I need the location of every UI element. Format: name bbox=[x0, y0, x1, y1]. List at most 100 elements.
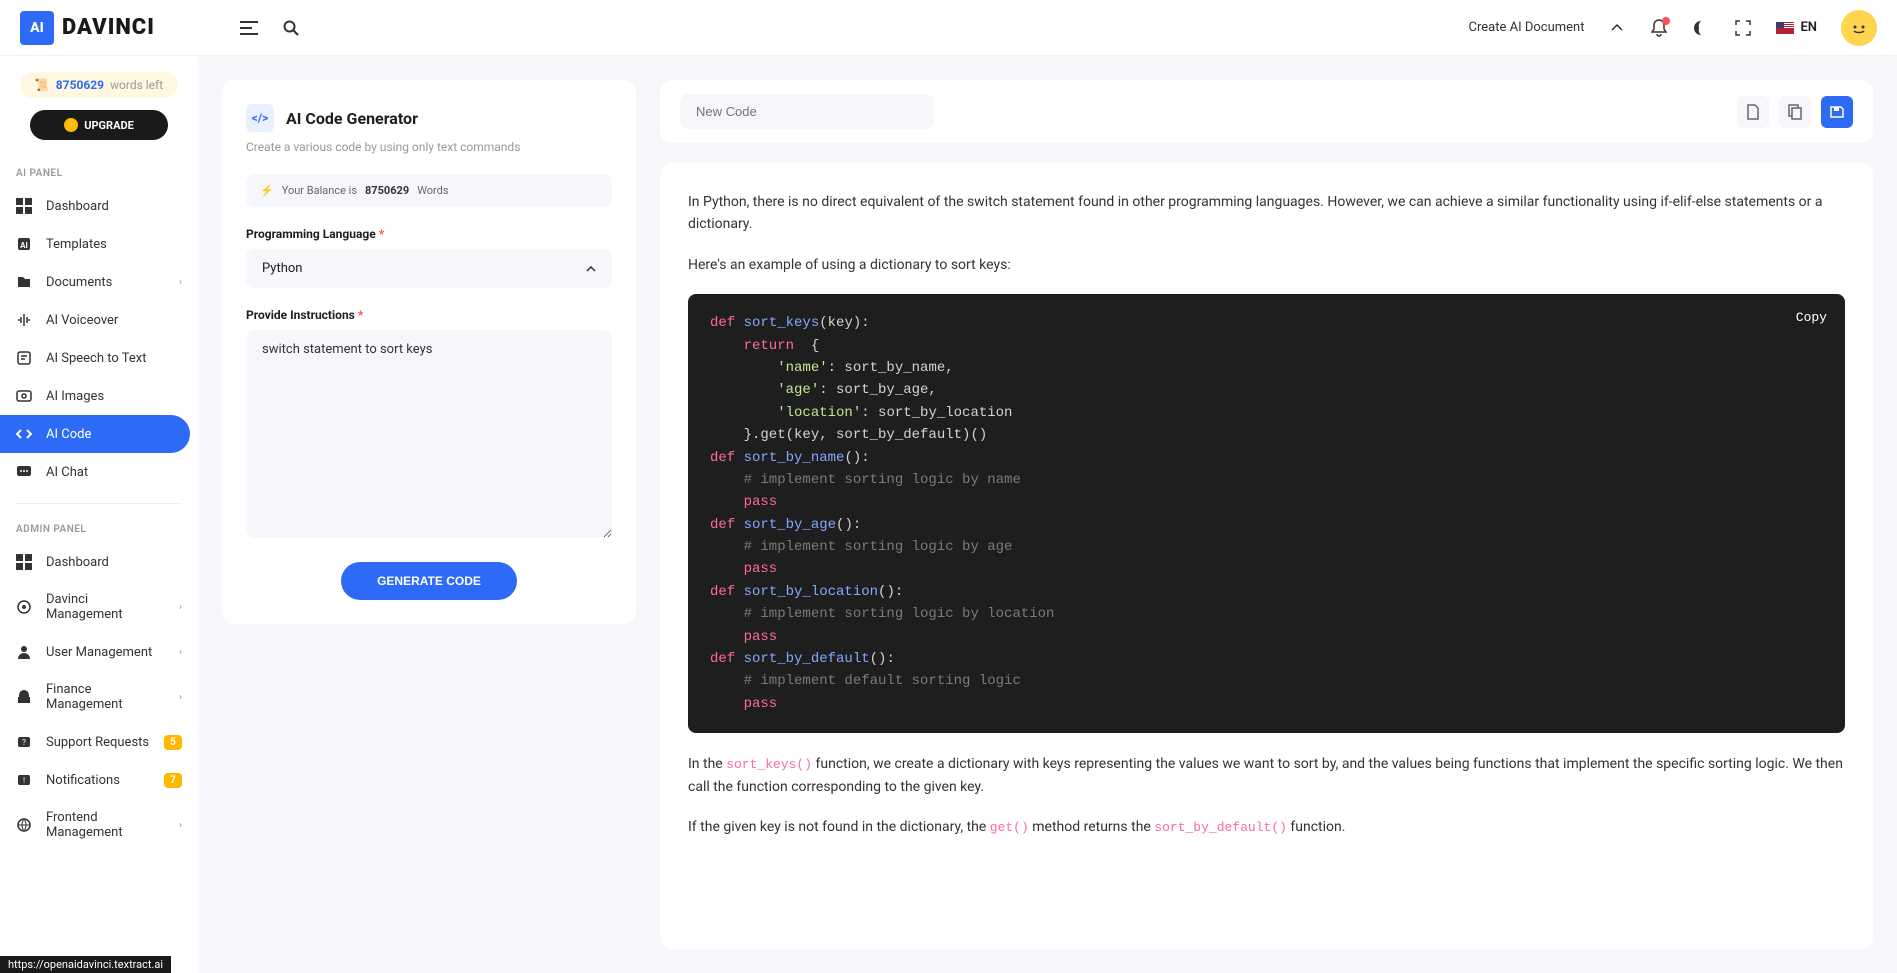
copy-code-button[interactable]: Copy bbox=[1796, 308, 1827, 329]
instructions-wrapper bbox=[246, 330, 612, 538]
voiceover-icon bbox=[16, 312, 32, 328]
generate-button[interactable]: GENERATE CODE bbox=[341, 562, 517, 600]
balance-amount: 8750629 bbox=[365, 184, 409, 197]
code-token: def bbox=[710, 517, 735, 533]
code-token: : sort_by_name, bbox=[828, 360, 954, 376]
code-token: 'location' bbox=[710, 405, 861, 421]
sidebar-item-finance-mgmt[interactable]: Finance Management › bbox=[0, 671, 198, 723]
sidebar-item-voiceover[interactable]: AI Voiceover bbox=[0, 301, 198, 339]
code-token: (key): bbox=[819, 315, 869, 331]
sidebar-item-label: Dashboard bbox=[46, 199, 109, 214]
sidebar-item-chat[interactable]: AI Chat bbox=[0, 453, 198, 491]
create-ai-document-link[interactable]: Create AI Document bbox=[1469, 20, 1585, 35]
document-icon-button[interactable] bbox=[1737, 96, 1769, 128]
code-token: # implement sorting logic by age bbox=[710, 539, 1012, 555]
code-title-input[interactable] bbox=[680, 94, 934, 129]
sidebar-item-label: AI Images bbox=[46, 389, 104, 404]
badge: 5 bbox=[164, 735, 182, 750]
sidebar-item-support[interactable]: ? Support Requests 5 bbox=[0, 723, 198, 761]
search-icon[interactable] bbox=[282, 19, 300, 37]
code-token: # implement sorting logic by name bbox=[710, 472, 1021, 488]
chevron-right-icon: › bbox=[179, 692, 182, 703]
code-token: sort_by_name bbox=[735, 450, 844, 466]
sidebar-item-davinci-mgmt[interactable]: Davinci Management › bbox=[0, 581, 198, 633]
fullscreen-icon[interactable] bbox=[1734, 19, 1752, 37]
money-icon bbox=[16, 689, 32, 705]
avatar[interactable] bbox=[1841, 10, 1877, 46]
code-token: sort_by_location bbox=[735, 584, 878, 600]
sidebar-item-documents[interactable]: Documents › bbox=[0, 263, 198, 301]
code-token: def bbox=[710, 651, 735, 667]
logo-ai-text: AI bbox=[30, 20, 44, 36]
sidebar-item-label: Templates bbox=[46, 237, 107, 252]
output-panel: In Python, there is no direct equivalent… bbox=[660, 80, 1873, 949]
dashboard-icon bbox=[16, 198, 32, 214]
documents-icon bbox=[16, 274, 32, 290]
language-label: Programming Language * bbox=[246, 227, 612, 241]
header-left-icons bbox=[240, 19, 300, 37]
support-icon: ? bbox=[16, 734, 32, 750]
sidebar-item-dashboard[interactable]: Dashboard bbox=[0, 187, 198, 225]
sidebar-item-speech[interactable]: AI Speech to Text bbox=[0, 339, 198, 377]
divider bbox=[16, 503, 182, 504]
sidebar-item-templates[interactable]: AI Templates bbox=[0, 225, 198, 263]
language-code: EN bbox=[1800, 20, 1817, 35]
save-icon-button[interactable] bbox=[1821, 96, 1853, 128]
form-panel: </> AI Code Generator Create a various c… bbox=[222, 80, 636, 624]
code-token: }.get(key, sort_by_default)() bbox=[710, 427, 987, 443]
menu-toggle-icon[interactable] bbox=[240, 19, 258, 37]
sidebar-item-user-mgmt[interactable]: User Management › bbox=[0, 633, 198, 671]
flag-us-icon bbox=[1776, 22, 1794, 34]
instructions-input[interactable] bbox=[262, 342, 596, 522]
header-right: Create AI Document EN bbox=[1469, 10, 1878, 46]
language-selector[interactable]: EN bbox=[1776, 20, 1817, 35]
code-block: Copy def sort_keys(key): return { 'name'… bbox=[688, 294, 1845, 733]
output-explain2: If the given key is not found in the dic… bbox=[688, 816, 1845, 839]
logo-text: Davinci bbox=[62, 15, 155, 40]
balance-pill: 📜 8750629 words left bbox=[20, 72, 178, 98]
instructions-label: Provide Instructions * bbox=[246, 308, 612, 322]
sidebar-item-label: Frontend Management bbox=[46, 810, 165, 840]
sidebar-item-admin-dashboard[interactable]: Dashboard bbox=[0, 543, 198, 581]
sidebar-item-label: AI Code bbox=[46, 427, 91, 442]
svg-text:!: ! bbox=[23, 776, 25, 785]
form-subtitle: Create a various code by using only text… bbox=[246, 140, 612, 154]
images-icon bbox=[16, 388, 32, 404]
logo[interactable]: AI Davinci bbox=[20, 11, 200, 45]
output-intro: In Python, there is no direct equivalent… bbox=[688, 191, 1845, 236]
sidebar-item-label: User Management bbox=[46, 645, 152, 660]
code-token: def bbox=[710, 584, 735, 600]
globe-icon bbox=[16, 817, 32, 833]
dark-mode-icon[interactable] bbox=[1692, 19, 1710, 37]
sidebar-item-label: Davinci Management bbox=[46, 592, 165, 622]
sidebar-item-images[interactable]: AI Images bbox=[0, 377, 198, 415]
section-ai-panel: AI PANEL bbox=[0, 160, 198, 187]
chevron-up-icon[interactable] bbox=[1608, 19, 1626, 37]
language-value: Python bbox=[262, 261, 302, 276]
sidebar-item-frontend-mgmt[interactable]: Frontend Management › bbox=[0, 799, 198, 851]
code-token: (): bbox=[878, 584, 903, 600]
code-token: pass bbox=[710, 696, 777, 712]
code-token: : sort_by_age, bbox=[819, 382, 937, 398]
copy-icon-button[interactable] bbox=[1779, 96, 1811, 128]
sidebar-item-code[interactable]: AI Code bbox=[0, 415, 190, 453]
upgrade-button[interactable]: ⚡ UPGRADE bbox=[30, 110, 168, 140]
language-select[interactable]: Python bbox=[246, 249, 612, 288]
code-token: (): bbox=[870, 651, 895, 667]
chevron-up-icon bbox=[586, 266, 596, 272]
code-token: pass bbox=[710, 494, 777, 510]
code-token: { bbox=[794, 338, 819, 354]
sidebar-item-notifications[interactable]: ! Notifications 7 bbox=[0, 761, 198, 799]
form-title: AI Code Generator bbox=[286, 109, 418, 128]
upgrade-label: UPGRADE bbox=[84, 119, 134, 132]
output-actions bbox=[1737, 96, 1853, 128]
required-star: * bbox=[358, 308, 363, 322]
code-token: 'name' bbox=[710, 360, 828, 376]
code-token: return bbox=[710, 338, 794, 354]
dashboard-icon bbox=[16, 554, 32, 570]
svg-text:AI: AI bbox=[20, 241, 28, 250]
section-admin-panel: ADMIN PANEL bbox=[0, 516, 198, 543]
required-star: * bbox=[379, 227, 384, 241]
sidebar-item-label: Documents bbox=[46, 275, 112, 290]
notifications-bell-icon[interactable] bbox=[1650, 19, 1668, 37]
